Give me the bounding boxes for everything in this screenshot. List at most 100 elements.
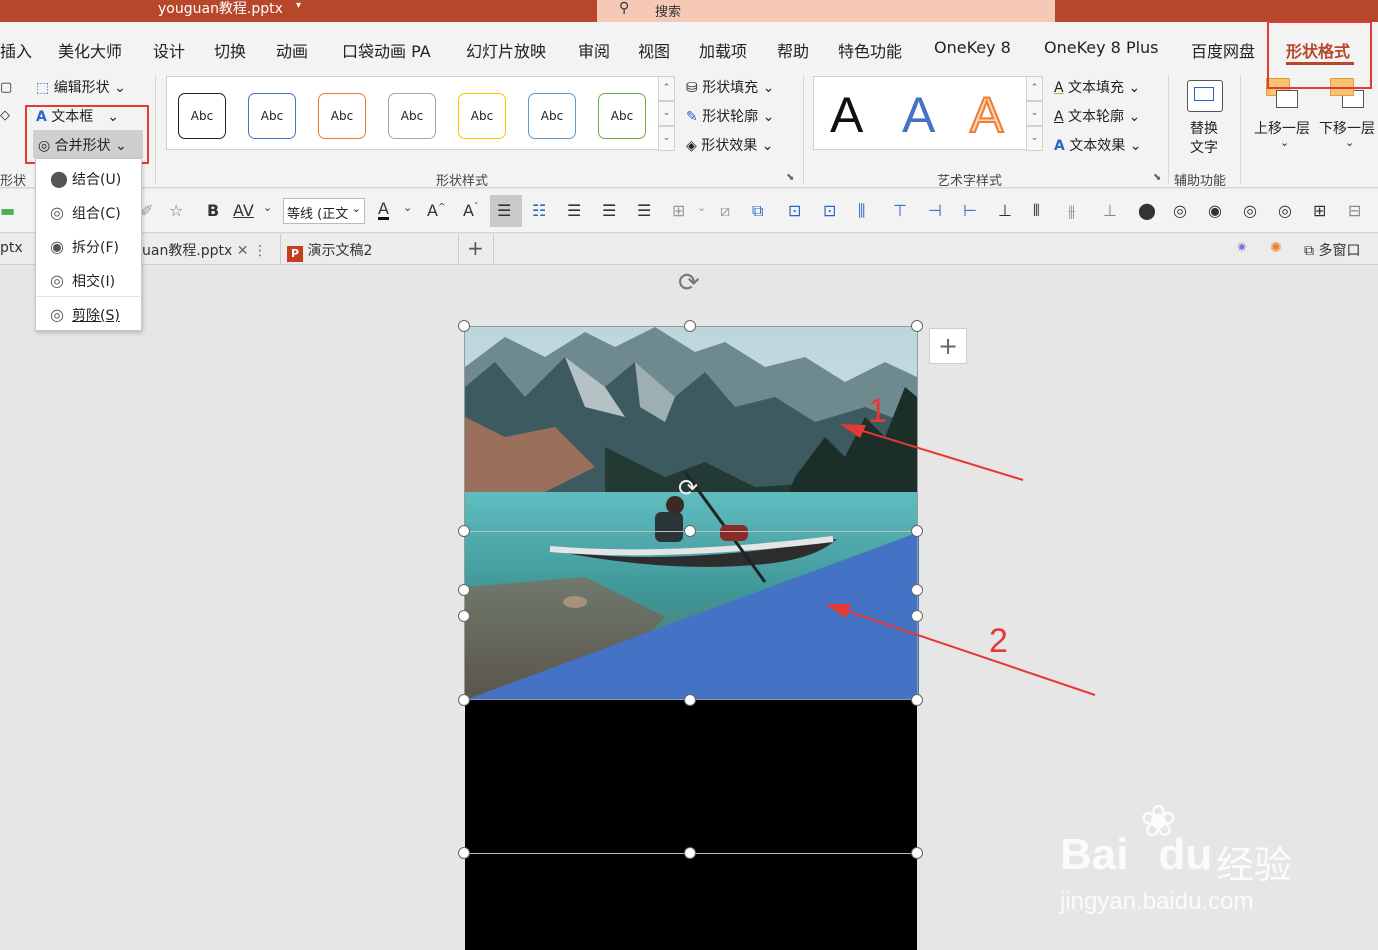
shape-effects-button[interactable]: ◈ 形状效果 ⌄ [686,135,773,155]
doc-tab-youguan[interactable]: uan教程.pptx ✕ ⋮ [142,240,267,260]
wordart-orange-outline-style[interactable]: A [969,85,1004,145]
sparkle-icon[interactable]: ✷ [1236,240,1248,256]
chart-icon[interactable]: ⫼ [858,201,865,221]
selection-pane-icon[interactable]: ⊞ [1313,201,1326,220]
resize-handle[interactable] [911,847,923,859]
tab-animations[interactable]: 动画 [276,38,308,62]
new-tab-button[interactable]: + [467,236,484,260]
search-box[interactable]: ⚲ 搜索 [597,0,1055,22]
char-spacing-dropdown-icon[interactable]: ⌄ [263,201,272,214]
menu-item-union[interactable]: ⬤ 结合(U) [50,169,121,189]
title-dropdown-icon[interactable]: ▾ [296,0,301,11]
tab-insert[interactable]: 插入 [0,38,32,62]
crop-icon[interactable]: ⧄ [720,201,730,221]
tab-slideshow[interactable]: 幻灯片放映 [466,38,546,62]
align-left-icon[interactable]: ☰ [602,201,616,220]
tab-pocket-animation[interactable]: 口袋动画 PA [342,38,431,62]
text-box-insert-icon[interactable]: ⊡ [788,201,801,220]
shape-style-swatch[interactable]: Abc [248,93,296,139]
resize-handle[interactable] [684,694,696,706]
wordart-down-icon[interactable]: ⌄ [1026,101,1043,126]
grid-dropdown-icon[interactable]: ⌄ [697,201,706,214]
merge-fragment-icon[interactable]: ◉ [1208,201,1222,220]
align-bottom-icon[interactable]: ⊥ [1103,201,1117,220]
font-name-select[interactable]: 等线 (正文 ⌄ [283,198,365,224]
tab-view[interactable]: 视图 [638,38,670,62]
resize-handle[interactable] [684,320,696,332]
gallery-down-icon[interactable]: ⌄ [658,101,675,126]
resize-handle[interactable] [458,320,470,332]
menu-item-intersect[interactable]: ◎ 相交(I) [50,271,115,291]
shape-rect-icon[interactable]: ▢ [0,80,12,95]
align-top-icon[interactable]: ⊤ [893,201,907,220]
resize-handle[interactable] [684,525,696,537]
green-shape-icon[interactable]: ▬ [0,201,15,220]
more-icon[interactable]: ⋮ [253,243,267,259]
tab-review[interactable]: 审阅 [578,38,610,62]
shape-diamond-icon[interactable]: ◇ [0,108,10,123]
resize-handle[interactable] [911,320,923,332]
rotate-handle-icon[interactable]: ⟳ [678,474,698,502]
shape-style-swatch[interactable]: Abc [178,93,226,139]
shape-style-swatch[interactable]: Abc [458,93,506,139]
shape-style-swatch[interactable]: Abc [318,93,366,139]
merge-union-icon[interactable]: ⬤ [1138,201,1156,220]
group-objects-icon[interactable]: ⊟ [1348,201,1361,220]
tab-onekey8[interactable]: OneKey 8 [934,38,1011,57]
menu-item-fragment[interactable]: ◉ 拆分(F) [50,237,119,257]
align-right-icon[interactable]: ☰ [637,201,651,220]
gallery-up-icon[interactable]: ⌃ [658,76,675,101]
star-icon[interactable]: ☆ [169,201,183,220]
wordart-up-icon[interactable]: ⌃ [1026,76,1043,101]
font-color-dropdown-icon[interactable]: ⌄ [403,201,412,214]
text-align-middle-icon[interactable]: ⊡ [823,201,836,220]
align-left-obj-icon[interactable]: ⊢ [963,201,977,220]
merge-combine-icon[interactable]: ◎ [1173,201,1187,220]
gallery-more-icon[interactable]: ⌄ [658,126,675,151]
wordart-blue-style[interactable]: A [902,85,935,145]
rotate-handle-icon[interactable]: ⟳ [678,268,700,298]
text-fill-button[interactable]: A 文本填充 ⌄ [1054,77,1140,97]
bold-button[interactable]: B [207,201,219,220]
resize-handle[interactable] [458,694,470,706]
close-icon[interactable]: ✕ [237,243,249,259]
shape-style-swatch[interactable]: Abc [388,93,436,139]
text-effects-button[interactable]: A 文本效果 ⌄ [1054,135,1141,155]
resize-handle[interactable] [458,610,470,622]
tab-onekey8-plus[interactable]: OneKey 8 Plus [1044,38,1159,57]
doc-tab-partial[interactable]: ptx [0,240,23,256]
tab-addins[interactable]: 加载项 [699,38,747,62]
settings-gear-icon[interactable]: ✺ [1270,240,1282,256]
tab-transitions[interactable]: 切换 [214,38,246,62]
merge-intersect-icon[interactable]: ◎ [1243,201,1257,220]
wordart-dialog-launcher-icon[interactable]: ⬊ [1153,172,1161,183]
resize-handle[interactable] [458,584,470,596]
font-color-button[interactable]: A [378,201,389,220]
shape-outline-button[interactable]: ✎ 形状轮廓 ⌄ [686,106,774,126]
resize-handle[interactable] [458,525,470,537]
send-backward-chevron-icon[interactable]: ⌄ [1345,136,1354,149]
distribute-h-icon[interactable]: ⫴ [1033,201,1040,221]
table-grid-icon[interactable]: ⊞ [672,201,685,220]
send-backward-button[interactable]: 下移一层 [1319,118,1375,138]
tab-features[interactable]: 特色功能 [838,38,902,62]
shape-style-swatch[interactable]: Abc [598,93,646,139]
char-spacing-button[interactable]: AV [233,201,254,220]
search-input[interactable]: 搜索 [655,1,681,20]
line-spacing-icon[interactable]: ☰ [567,201,581,220]
black-rectangle-shape[interactable] [465,699,917,950]
text-outline-button[interactable]: A 文本轮廓 ⌄ [1054,106,1140,126]
alt-text-label[interactable]: 替换 [1190,118,1218,138]
bring-forward-chevron-icon[interactable]: ⌄ [1280,136,1289,149]
doc-tab-presentation2[interactable]: P 演示文稿2 [287,240,372,262]
resize-handle[interactable] [458,847,470,859]
edit-shape-button[interactable]: ⬚ 编辑形状 ⌄ [36,77,126,97]
shape-style-swatch[interactable]: Abc [528,93,576,139]
alt-text-icon[interactable] [1187,80,1223,112]
distribute-vertical-icon[interactable]: ☷ [532,201,546,220]
shrink-font-button[interactable]: Aˇ [463,201,478,220]
tab-help[interactable]: 帮助 [777,38,809,62]
tab-beautify[interactable]: 美化大师 [58,38,122,62]
resize-handle[interactable] [684,847,696,859]
align-center-icon[interactable]: ☰ [497,201,511,220]
